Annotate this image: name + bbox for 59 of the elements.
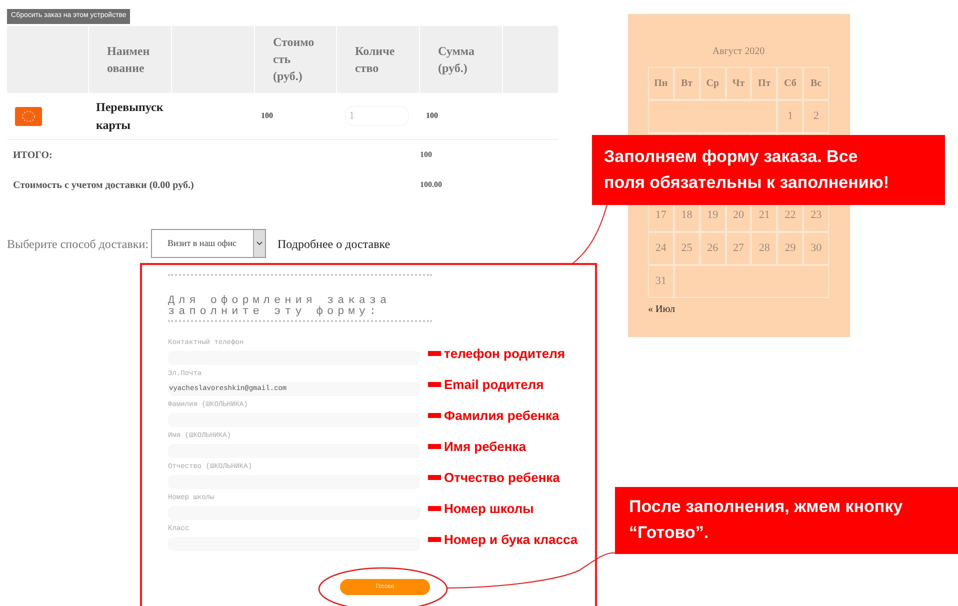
calendar-title: Август 2020 — [711, 45, 766, 59]
weekday-header: Пт — [758, 77, 771, 91]
calendar-day: 18 — [681, 207, 692, 224]
calendar-day: 29 — [784, 240, 796, 257]
weekday-header: Вт — [680, 77, 693, 91]
delivery-info-link[interactable]: Подробнее о доставке — [278, 234, 390, 252]
delivery-select[interactable]: Визит в наш офис — [150, 229, 266, 258]
weekday-header: Чт — [732, 77, 745, 91]
calendar-day: 19 — [707, 207, 718, 224]
total-value: 100 — [420, 149, 432, 161]
calendar-day: 22 — [784, 207, 796, 224]
calendar-day: 21 — [758, 207, 770, 224]
product-name: Перевыпуск карты — [95, 99, 164, 134]
calendar-day: 30 — [810, 240, 822, 257]
calendar-day: 1 — [787, 108, 793, 125]
total-value: 100.00 — [420, 179, 442, 191]
total-label: Стоимость с учетом доставки (0.00 руб.) — [12, 178, 195, 192]
field-annotation: телефон родителя — [444, 344, 565, 363]
column-header: Стоимо сть (руб.) — [273, 34, 314, 85]
sum-cell-text: 100 — [425, 110, 439, 122]
field-annotation: Email родителя — [444, 376, 544, 394]
chevron-down-icon — [256, 241, 263, 246]
field-annotation: Имя ребенка — [444, 438, 526, 456]
field-annotation: Фамилия ребенка — [444, 406, 560, 425]
calendar-day: 31 — [655, 273, 666, 290]
calendar-day: 23 — [810, 207, 822, 224]
form-heading: Для оформления заказа заполните эту форму: — [168, 296, 392, 318]
dash-mark — [428, 474, 441, 480]
dash-mark — [428, 444, 441, 449]
dash-mark — [428, 506, 441, 511]
weekday-header: Ср — [706, 77, 720, 91]
previous-month-link[interactable]: « Июл — [648, 302, 829, 317]
column-header: Наимен ование — [107, 42, 150, 76]
weekday-header: Вс — [810, 77, 822, 91]
calendar-day: 20 — [732, 207, 744, 224]
dash-mark — [428, 536, 441, 542]
delivery-label: Выберите способ доставки: — [7, 236, 149, 252]
callout-banner: Заполняем форму заказа. Все поля обязательны к заполнению! — [592, 135, 945, 205]
calendar-day: 27 — [732, 240, 744, 257]
price-cell-text: 100 — [260, 110, 274, 122]
calendar-day: 24 — [655, 240, 666, 257]
field-annotation: Отчество ребенка — [444, 468, 560, 487]
dash-mark — [428, 382, 441, 387]
weekday-header: Пн — [654, 77, 668, 91]
weekday-header: Сб — [784, 77, 796, 91]
callout-banner: После заполнения, жмем кнопку “Готово”. — [615, 487, 958, 554]
dash-mark — [428, 350, 441, 356]
column-header: Сумма (руб.) — [438, 42, 474, 76]
calendar-day: 26 — [707, 240, 718, 257]
calendar-day: 28 — [758, 240, 770, 257]
field-annotation: Номер школы — [444, 500, 534, 518]
dash-mark — [428, 412, 441, 418]
column-header: Количе ство — [355, 42, 395, 76]
field-annotation: Номер и бука класса — [444, 530, 578, 549]
calendar-day: 17 — [655, 207, 666, 224]
calendar-day: 2 — [813, 108, 819, 125]
calendar-day: 25 — [681, 240, 692, 257]
card-icon — [15, 106, 42, 126]
total-label: ИТОГО: — [12, 148, 54, 162]
